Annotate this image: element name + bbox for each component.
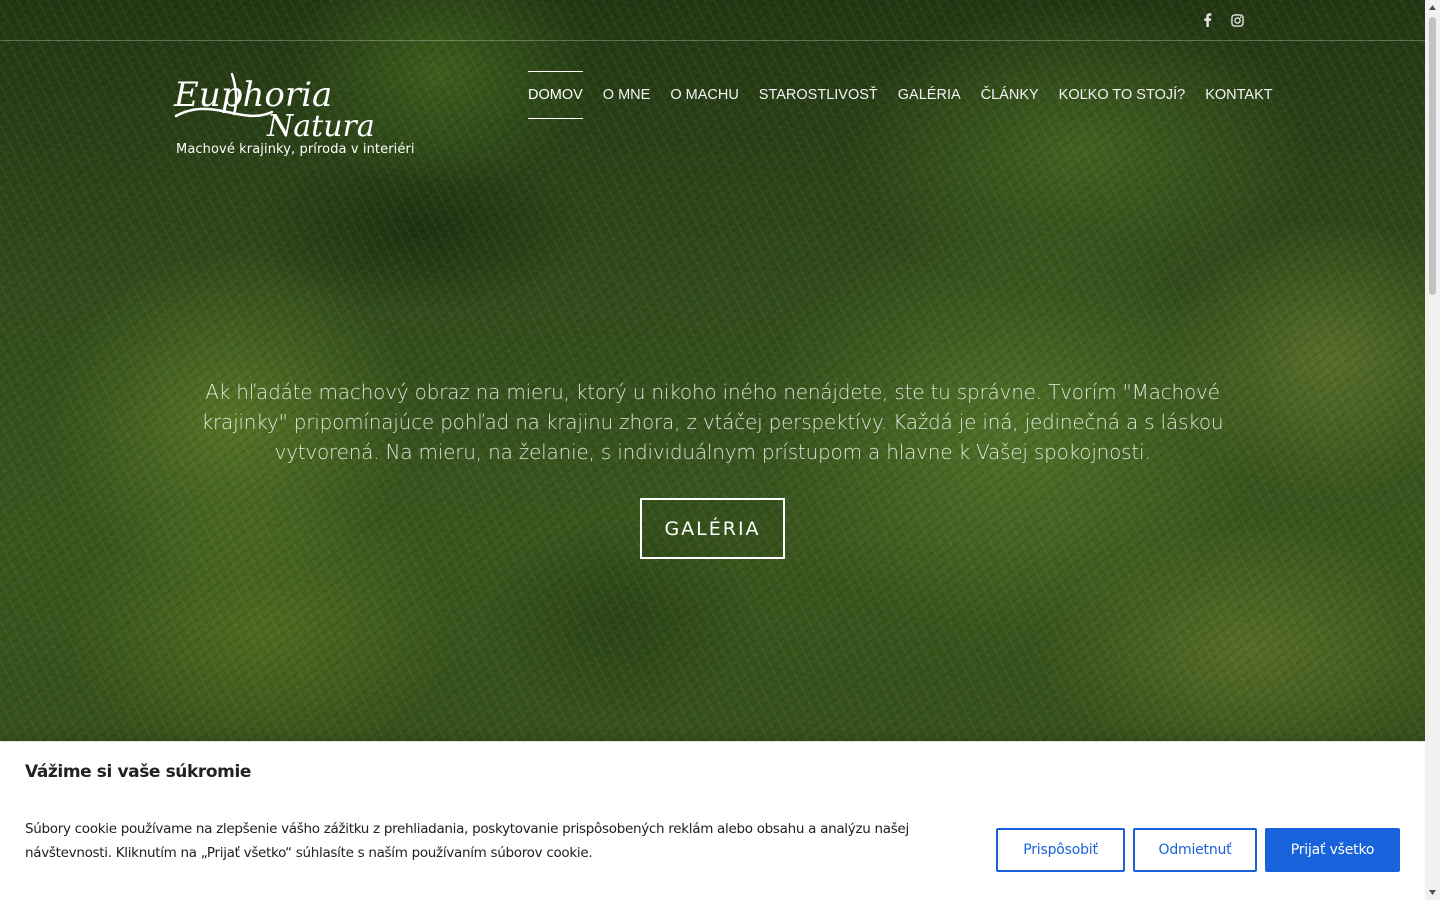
hero-intro-text: Ak hľadáte machový obraz na mieru, ktorý… — [201, 380, 1224, 464]
nav-item-starostlivost[interactable]: STAROSTLIVOSŤ — [759, 71, 878, 119]
scroll-down-arrow-icon[interactable] — [1425, 885, 1440, 900]
nav-item-kolko-to-stoji[interactable]: KOĽKO TO STOJÍ? — [1059, 71, 1186, 119]
logo-line2: Natura — [266, 109, 375, 141]
facebook-icon[interactable] — [1197, 10, 1217, 30]
reject-button[interactable]: Odmietnuť — [1133, 828, 1257, 872]
gallery-button[interactable]: GALÉRIA — [640, 498, 785, 559]
nav-item-domov[interactable]: DOMOV — [528, 71, 583, 119]
nav-item-kontakt[interactable]: KONTAKT — [1205, 71, 1272, 119]
cookie-text: Súbory cookie používame na zlepšenie váš… — [25, 821, 909, 861]
scroll-up-arrow-icon[interactable] — [1425, 0, 1440, 15]
nav-item-galeria[interactable]: GALÉRIA — [898, 71, 961, 119]
site-logo[interactable]: Euphoria Natura Machové krajinky, prírod… — [172, 66, 422, 162]
customize-button[interactable]: Prispôsobiť — [996, 828, 1125, 872]
instagram-icon[interactable] — [1227, 10, 1247, 30]
main-nav: DOMOV O MNE O MACHU STAROSTLIVOSŤ GALÉRI… — [528, 71, 1273, 119]
cookie-banner: Vážime si vaše súkromie Súbory cookie po… — [0, 741, 1425, 900]
cookie-title: Vážime si vaše súkromie — [25, 762, 252, 782]
scrollbar-thumb[interactable] — [1429, 17, 1436, 295]
logo-tagline: Machové krajinky, príroda v interiéri — [176, 142, 415, 157]
top-bar — [0, 0, 1425, 41]
nav-item-o-machu[interactable]: O MACHU — [670, 71, 738, 119]
nav-item-clanky[interactable]: ČLÁNKY — [981, 71, 1039, 119]
page-scrollbar[interactable] — [1425, 0, 1440, 900]
nav-item-o-mne[interactable]: O MNE — [603, 71, 651, 119]
accept-all-button[interactable]: Prijať všetko — [1265, 828, 1400, 872]
